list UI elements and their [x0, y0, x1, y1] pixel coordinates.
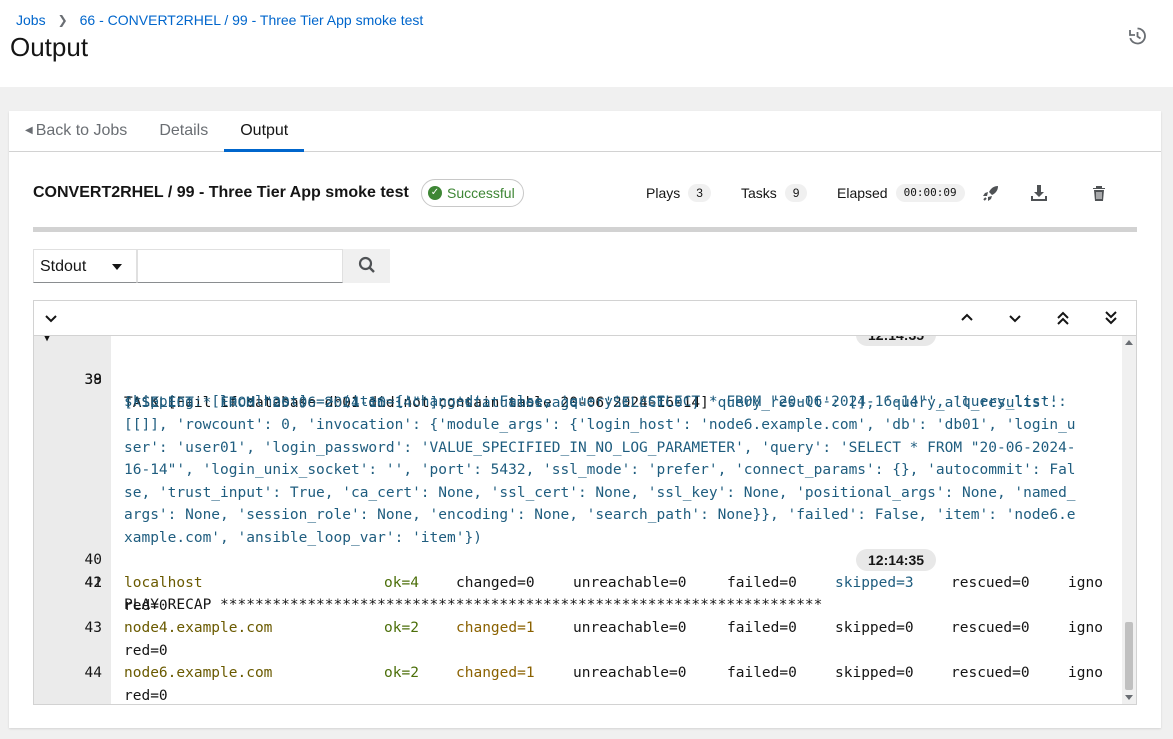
- breadcrumb-jobs-link[interactable]: Jobs: [16, 12, 46, 28]
- status-label: Successful: [447, 185, 515, 201]
- scroll-previous-chevron-up-icon[interactable]: [958, 309, 976, 327]
- recap-changed: changed=1: [456, 620, 535, 636]
- recap-host: localhost: [124, 575, 203, 591]
- breadcrumb: Jobs ❯ 66 - CONVERT2RHEL / 99 - Three Ti…: [16, 12, 423, 28]
- recap-changed: changed=0: [456, 575, 535, 591]
- recap-changed: changed=1: [456, 665, 535, 681]
- download-icon[interactable]: [1029, 183, 1049, 203]
- recap-ok: ok=2: [384, 620, 419, 636]
- breadcrumb-separator-icon: ❯: [57, 13, 68, 27]
- history-icon[interactable]: [1127, 26, 1147, 46]
- recap-skipped: skipped=3: [835, 575, 914, 591]
- tab-details[interactable]: Details: [143, 111, 224, 151]
- line-number: 42: [84, 575, 102, 591]
- job-output-panel: ▼ 38 TASK [Fail if database db01 did not…: [33, 300, 1137, 705]
- recap-ignored-a: igno: [1068, 620, 1103, 636]
- search-input[interactable]: [137, 249, 343, 283]
- caret-down-icon: [112, 264, 122, 270]
- recap-unreachable: unreachable=0: [573, 620, 687, 636]
- status-badge: ✓ Successful: [421, 179, 524, 207]
- line-number: 43: [84, 620, 102, 636]
- recap-rescued: rescued=0: [951, 620, 1030, 636]
- timestamp-badge: 12:14:35: [856, 336, 937, 346]
- job-output-card: ◀ Back to Jobs Details Output CONVERT2RHE…: [9, 111, 1161, 728]
- recap-failed: failed=0: [727, 620, 797, 636]
- tab-bar: ◀ Back to Jobs Details Output: [9, 111, 1161, 152]
- recap-ignored-wrap: red=0: [124, 598, 168, 614]
- tab-output[interactable]: Output: [224, 111, 305, 152]
- recap-ignored-a: igno: [1068, 575, 1103, 591]
- output-log: ▼ 38 TASK [Fail if database db01 did not…: [34, 336, 1136, 704]
- collapse-all-chevron-down-icon[interactable]: [42, 309, 60, 327]
- recap-failed: failed=0: [727, 575, 797, 591]
- recap-host: node6.example.com: [124, 665, 273, 681]
- page-header: Jobs ❯ 66 - CONVERT2RHEL / 99 - Three Ti…: [0, 0, 1173, 87]
- recap-failed: failed=0: [727, 665, 797, 681]
- check-circle-icon: ✓: [428, 186, 442, 200]
- tasks-stat: Tasks 9: [741, 184, 808, 202]
- job-summary-row: CONVERT2RHEL / 99 - Three Tier App smoke…: [33, 179, 1137, 209]
- recap-unreachable: unreachable=0: [573, 665, 687, 681]
- job-title: CONVERT2RHEL / 99 - Three Tier App smoke…: [33, 184, 409, 201]
- caret-left-icon: ◀: [25, 125, 33, 136]
- search-icon: [358, 256, 375, 273]
- scroll-up-arrow-icon[interactable]: [1125, 340, 1133, 345]
- recap-unreachable: unreachable=0: [573, 575, 687, 591]
- elapsed-time-badge: 00:00:09: [895, 184, 965, 202]
- scroll-last-double-chevron-down-icon[interactable]: [1102, 309, 1120, 327]
- progress-divider: [33, 227, 1137, 232]
- recap-rescued: rescued=0: [951, 665, 1030, 681]
- tasks-count-badge: 9: [784, 184, 808, 202]
- recap-ignored-wrap: red=0: [124, 688, 168, 704]
- scroll-down-arrow-icon[interactable]: [1125, 695, 1133, 700]
- recap-ignored-a: igno: [1068, 665, 1103, 681]
- recap-ok: ok=4: [384, 575, 419, 591]
- scroll-next-chevron-down-icon[interactable]: [1006, 309, 1024, 327]
- stdout-filter-select[interactable]: Stdout: [33, 249, 137, 283]
- plays-stat: Plays 3: [646, 184, 711, 202]
- stdout-select-label: Stdout: [40, 258, 87, 275]
- elapsed-stat: Elapsed 00:00:09: [837, 184, 965, 202]
- recap-ignored-wrap: red=0: [124, 643, 168, 659]
- search-button[interactable]: [343, 249, 390, 283]
- tab-back-to-jobs-label: Back to Jobs: [35, 122, 128, 139]
- plays-count-badge: 3: [688, 184, 711, 202]
- tasks-label: Tasks: [741, 185, 777, 201]
- output-controls-bar: [34, 301, 1136, 336]
- log-line: 41 PLAY RECAP **************************…: [34, 549, 1114, 662]
- tab-back-to-jobs[interactable]: ◀ Back to Jobs: [9, 111, 143, 151]
- recap-host: node4.example.com: [124, 620, 273, 636]
- line-number: 44: [84, 665, 102, 681]
- timestamp-badge: 12:14:35: [856, 549, 937, 571]
- recap-ok: ok=2: [384, 665, 419, 681]
- elapsed-label: Elapsed: [837, 185, 888, 201]
- vertical-scrollbar[interactable]: [1122, 336, 1136, 704]
- breadcrumb-current-job-link[interactable]: 66 - CONVERT2RHEL / 99 - Three Tier App …: [80, 12, 424, 28]
- relaunch-rocket-icon[interactable]: [981, 183, 1001, 203]
- log-text: PLAY RECAP *****************************…: [124, 597, 823, 613]
- recap-skipped: skipped=0: [835, 665, 914, 681]
- plays-label: Plays: [646, 185, 681, 201]
- recap-rescued: rescued=0: [951, 575, 1030, 591]
- scrollbar-thumb[interactable]: [1125, 622, 1133, 690]
- delete-trash-icon[interactable]: [1089, 183, 1109, 203]
- scroll-first-double-chevron-up-icon[interactable]: [1054, 309, 1072, 327]
- page-title: Output: [10, 32, 89, 62]
- recap-skipped: skipped=0: [835, 620, 914, 636]
